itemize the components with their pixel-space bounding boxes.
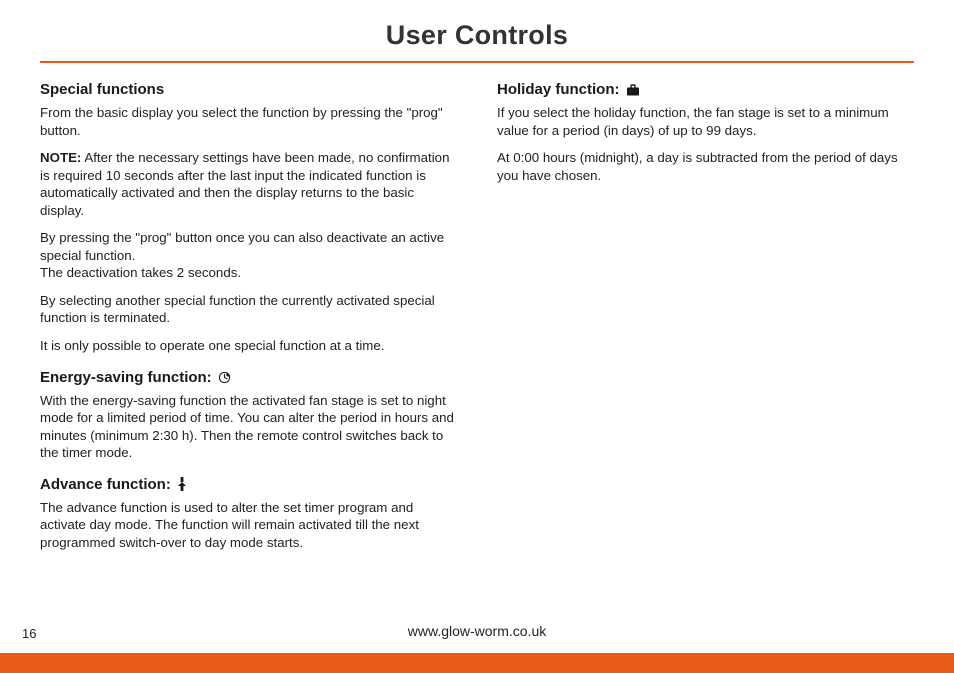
footer-accent-bar <box>0 653 954 673</box>
paragraph: By pressing the "prog" button once you c… <box>40 229 457 282</box>
advance-icon <box>177 477 187 491</box>
page-title: User Controls <box>40 20 914 51</box>
two-column-layout: Special functions From the basic display… <box>40 81 914 561</box>
paragraph: By selecting another special function th… <box>40 292 457 327</box>
heading-text: Energy-saving function: <box>40 369 212 386</box>
heading-special-functions: Special functions <box>40 81 457 98</box>
heading-text: Advance function: <box>40 476 171 493</box>
heading-energy-saving: Energy-saving function: <box>40 369 457 386</box>
paragraph: At 0:00 hours (midnight), a day is subtr… <box>497 149 914 184</box>
moon-clock-icon <box>218 371 231 384</box>
heading-text: Holiday function: <box>497 81 620 98</box>
page-number: 16 <box>22 626 36 641</box>
heading-text: Special functions <box>40 81 164 98</box>
left-column: Special functions From the basic display… <box>40 81 457 561</box>
suitcase-icon <box>626 84 640 96</box>
document-page: User Controls Special functions From the… <box>0 0 954 673</box>
footer-url: www.glow-worm.co.uk <box>0 623 954 639</box>
paragraph: It is only possible to operate one speci… <box>40 337 457 355</box>
paragraph: From the basic display you select the fu… <box>40 104 457 139</box>
paragraph: The advance function is used to alter th… <box>40 499 457 552</box>
heading-holiday: Holiday function: <box>497 81 914 98</box>
note-label: NOTE: <box>40 150 81 165</box>
heading-advance: Advance function: <box>40 476 457 493</box>
right-column: Holiday function: If you select the holi… <box>497 81 914 561</box>
paragraph-note: NOTE: After the necessary settings have … <box>40 149 457 219</box>
line: The deactivation takes 2 seconds. <box>40 265 241 280</box>
line: By pressing the "prog" button once you c… <box>40 230 444 263</box>
paragraph: If you select the holiday function, the … <box>497 104 914 139</box>
paragraph: With the energy-saving function the acti… <box>40 392 457 462</box>
title-rule <box>40 61 914 63</box>
note-body: After the necessary settings have been m… <box>40 150 449 218</box>
